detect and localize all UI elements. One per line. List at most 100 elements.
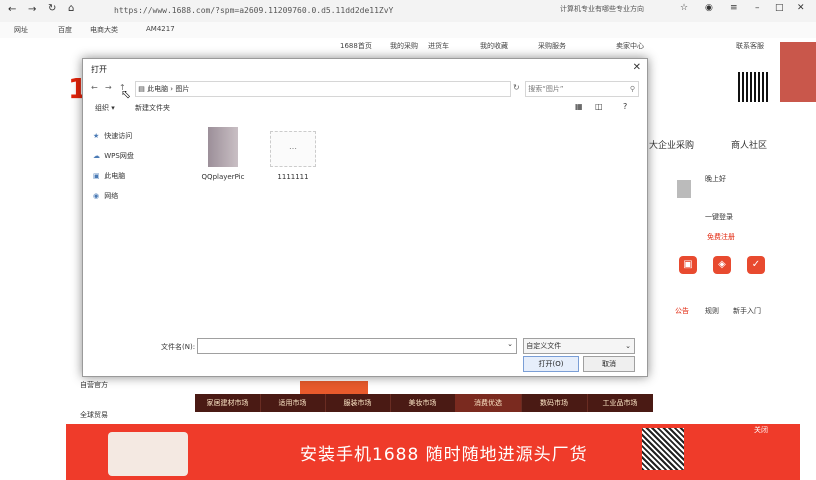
- banner-close-button[interactable]: 关闭: [754, 425, 768, 435]
- url-field[interactable]: https://www.1688.com/?spm=a2609.11209760…: [114, 3, 634, 18]
- file-type-value: 自定义文件: [526, 342, 562, 350]
- refresh-icon[interactable]: ↻: [48, 3, 56, 14]
- category-item[interactable]: 家居建材市场: [195, 394, 261, 412]
- path-field[interactable]: ▤ 此电脑 › 图片: [135, 81, 511, 97]
- bookmark-item[interactable]: 百度: [58, 25, 72, 35]
- register-link[interactable]: 免费注册: [707, 232, 735, 242]
- file-name: 1111111: [277, 173, 309, 181]
- category-bar: 家居建材市场 适用市场 服装市场 美妆市场 消费优选 数码市场 工业品市场: [195, 394, 653, 412]
- nav-service[interactable]: 采购服务: [538, 41, 566, 51]
- sidebar-item-this-pc[interactable]: ▣ 此电脑: [93, 171, 125, 181]
- promo-button[interactable]: [300, 381, 368, 395]
- file-type-select[interactable]: 自定义文件 ⌄: [523, 338, 635, 354]
- enterprise-link[interactable]: 大企业采购: [649, 138, 694, 151]
- computer-icon: ▣: [93, 172, 100, 180]
- tab-newbie[interactable]: 新手入门: [733, 306, 761, 316]
- file-item[interactable]: … 1111111: [263, 131, 323, 181]
- folder-thumbnail: [208, 127, 238, 167]
- menu-icon[interactable]: ≡: [730, 3, 738, 13]
- file-item[interactable]: QQplayerPic: [193, 127, 253, 181]
- dialog-close-button[interactable]: ✕: [633, 62, 641, 73]
- organize-menu[interactable]: 组织 ▾: [95, 103, 115, 113]
- nav-support[interactable]: 联系客服: [736, 41, 764, 51]
- chevron-down-icon: ⌄: [625, 342, 631, 350]
- file-list: QQplayerPic … 1111111: [193, 123, 633, 323]
- extension-icon[interactable]: ◉: [705, 3, 713, 13]
- greeting-text: 晚上好: [705, 175, 726, 183]
- category-item[interactable]: 美妆市场: [390, 394, 456, 412]
- mouse-cursor-icon: ⬁: [121, 87, 132, 101]
- path-text: 此电脑 › 图片: [147, 85, 190, 93]
- category-item[interactable]: 工业品市场: [587, 394, 653, 412]
- bookmark-item[interactable]: 网址: [14, 25, 28, 35]
- bookmark-item[interactable]: AM4217: [146, 25, 175, 33]
- cloud-icon: ☁: [93, 152, 100, 160]
- home-icon[interactable]: ⌂: [68, 3, 74, 14]
- category-item[interactable]: 服装市场: [325, 394, 391, 412]
- sidebar-item-label: 此电脑: [104, 172, 126, 180]
- bookmarks-bar: 网址 百度 电商大类 AM4217: [0, 22, 816, 38]
- gift-icon[interactable]: ◈: [713, 256, 731, 274]
- search-placeholder: 搜索“图片”: [528, 85, 564, 93]
- dialog-title: 打开: [91, 65, 107, 74]
- checkin-icon[interactable]: ✓: [747, 256, 765, 274]
- maximize-icon[interactable]: □: [775, 3, 784, 13]
- sidebar-item-wps[interactable]: ☁ WPS网盘: [93, 151, 134, 161]
- global-trade-link[interactable]: 全球贸易: [80, 410, 108, 420]
- star-icon: ★: [93, 132, 100, 140]
- chevron-down-icon[interactable]: ⌄: [507, 340, 513, 348]
- view-icon[interactable]: ▦: [575, 102, 583, 111]
- coupon-icon[interactable]: ▣: [679, 256, 697, 274]
- nav-favorites[interactable]: 我的收藏: [480, 41, 508, 51]
- sidebar-item-label: WPS网盘: [104, 152, 134, 160]
- tab-notice[interactable]: 公告: [675, 306, 689, 316]
- sidebar-item-quick-access[interactable]: ★ 快速访问: [93, 131, 132, 141]
- image-thumbnail: …: [270, 131, 316, 167]
- avatar: [677, 180, 691, 198]
- phone-illustration: [108, 432, 188, 476]
- login-link[interactable]: 一键登录: [705, 212, 733, 222]
- nav-home[interactable]: 1688首页: [340, 41, 372, 51]
- dialog-nav-bar: ← → ↑ ▤ 此电脑 › 图片 ↻ 搜索“图片” ⚲: [91, 81, 639, 97]
- browser-search-hint[interactable]: 计算机专业有哪些专业方向: [560, 4, 644, 14]
- tab-rules[interactable]: 规则: [705, 306, 719, 316]
- forward-icon[interactable]: →: [105, 83, 112, 92]
- cancel-button[interactable]: 取消: [583, 356, 635, 372]
- browser-address-bar: ← → ↻ ⌂ https://www.1688.com/?spm=a2609.…: [0, 0, 816, 23]
- window-close-icon[interactable]: ✕: [797, 3, 805, 13]
- file-name: QQplayerPic: [201, 173, 245, 181]
- help-icon[interactable]: ?: [623, 102, 627, 111]
- sidebar-item-label: 快速访问: [104, 132, 133, 140]
- category-item[interactable]: 数码市场: [521, 394, 588, 412]
- sidebar-item-network[interactable]: ◉ 网络: [93, 191, 118, 201]
- pane-icon[interactable]: ◫: [595, 102, 603, 111]
- category-item[interactable]: 消费优选: [455, 394, 522, 412]
- nav-seller[interactable]: 卖家中心: [616, 41, 644, 51]
- community-link[interactable]: 商人社区: [731, 138, 767, 151]
- minimize-icon[interactable]: –: [755, 3, 760, 13]
- dialog-toolbar: 组织 ▾ 新建文件夹 ▦ ◫ ?: [91, 101, 639, 115]
- nav-cart[interactable]: 进货车: [428, 41, 449, 51]
- new-folder-button[interactable]: 新建文件夹: [135, 103, 170, 113]
- file-open-dialog: 打开 ✕ ← → ↑ ▤ 此电脑 › 图片 ↻ 搜索“图片” ⚲ 组织 ▾ 新建文…: [82, 58, 648, 377]
- back-icon[interactable]: ←: [91, 83, 98, 92]
- self-operated-link[interactable]: 自营官方: [80, 380, 108, 390]
- banner-text: 安装手机1688 随时随地进源头厂货: [300, 445, 588, 465]
- bookmark-item[interactable]: 电商大类: [90, 25, 118, 35]
- dialog-sidebar: ★ 快速访问 ☁ WPS网盘 ▣ 此电脑 ◉ 网络: [85, 123, 181, 323]
- star-icon[interactable]: ☆: [680, 3, 688, 13]
- back-icon[interactable]: ←: [8, 4, 16, 15]
- refresh-icon[interactable]: ↻: [513, 83, 520, 92]
- dialog-search-input[interactable]: 搜索“图片” ⚲: [525, 81, 639, 97]
- open-button[interactable]: 打开(O): [523, 356, 579, 372]
- forward-icon[interactable]: →: [28, 4, 36, 15]
- category-item[interactable]: 适用市场: [260, 394, 326, 412]
- filename-label: 文件名(N):: [161, 343, 196, 351]
- filename-input[interactable]: ⌄: [197, 338, 517, 354]
- network-icon: ◉: [93, 192, 100, 200]
- search-icon: ⚲: [629, 85, 635, 93]
- user-panel: 大企业采购 商人社区 晚上好 一键登录 免费注册 ▣ ◈ ✓ 公告 规则 新手入…: [649, 56, 816, 416]
- nav-purchase[interactable]: 我的采购: [390, 41, 418, 51]
- site-top-nav: 1688首页 我的采购 进货车 我的收藏 采购服务 卖家中心 联系客服: [60, 38, 816, 54]
- sidebar-item-label: 网络: [104, 192, 119, 200]
